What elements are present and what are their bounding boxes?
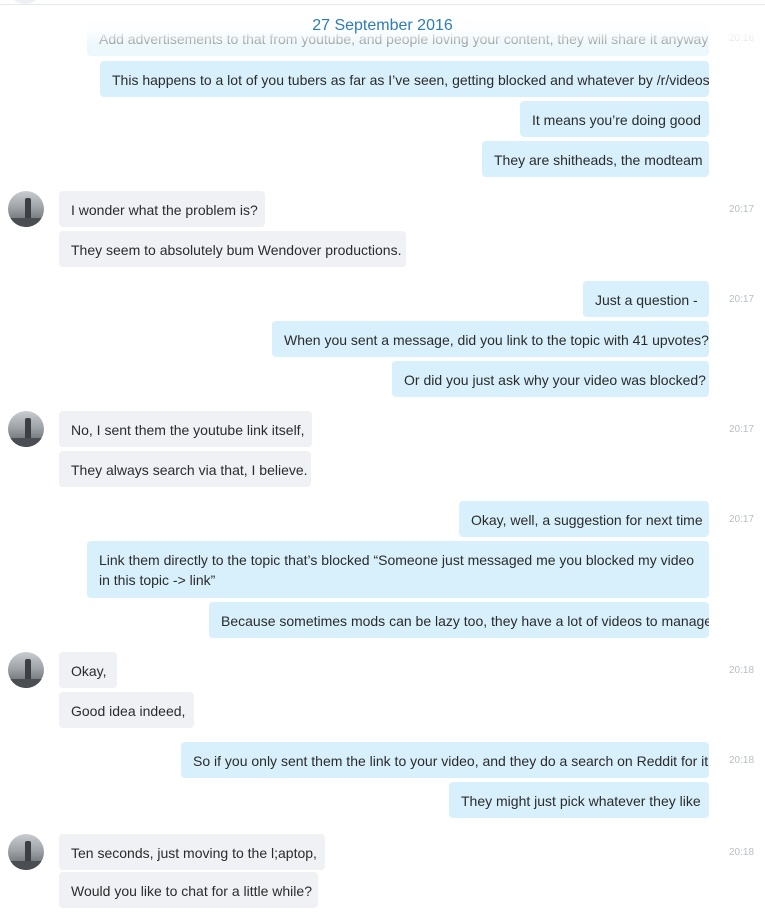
outgoing-message-bubble[interactable]: Just a question - bbox=[583, 281, 709, 317]
avatar[interactable] bbox=[8, 834, 44, 870]
divider bbox=[0, 4, 765, 5]
message-text: Or did you just ask why your video was b… bbox=[404, 372, 706, 388]
message-timestamp: 20:17 bbox=[729, 294, 755, 305]
avatar[interactable] bbox=[8, 411, 44, 447]
message-text: Link them directly to the topic that’s b… bbox=[99, 552, 695, 588]
message-text: They are shitheads, the modteam bbox=[494, 152, 703, 168]
incoming-message-bubble[interactable]: Good idea indeed, bbox=[59, 692, 194, 728]
avatar-photo-ground bbox=[8, 438, 44, 447]
message-text: Just a question - bbox=[595, 292, 698, 308]
message-text: They always search via that, I believe. bbox=[71, 462, 308, 478]
outgoing-message-bubble[interactable]: Because sometimes mods can be lazy too, … bbox=[209, 602, 709, 638]
date-label: 27 September 2016 bbox=[312, 17, 453, 34]
message-text: So if you only sent them the link to you… bbox=[193, 753, 709, 769]
incoming-message-bubble[interactable]: They seem to absolutely bum Wendover pro… bbox=[59, 231, 406, 267]
incoming-message-bubble[interactable]: They always search via that, I believe. bbox=[59, 451, 311, 487]
message-text: Okay, well, a suggestion for next time bbox=[471, 512, 703, 528]
incoming-message-bubble[interactable]: I wonder what the problem is? bbox=[59, 191, 265, 227]
message-text: No, I sent them the youtube link itself, bbox=[71, 422, 305, 438]
avatar-photo-ground bbox=[8, 679, 44, 688]
date-header: 27 September 2016 bbox=[0, 0, 765, 44]
message-text: They seem to absolutely bum Wendover pro… bbox=[71, 242, 402, 258]
outgoing-message-bubble[interactable]: So if you only sent them the link to you… bbox=[181, 742, 709, 778]
avatar[interactable] bbox=[8, 652, 44, 688]
message-text: They might just pick whatever they like bbox=[461, 793, 701, 809]
message-timestamp: 20:17 bbox=[729, 514, 755, 525]
message-timestamp: 20:17 bbox=[729, 204, 755, 215]
message-text: Ten seconds, just moving to the l;aptop, bbox=[71, 845, 317, 861]
message-text: Okay, bbox=[71, 663, 107, 679]
message-text: Would you like to chat for a little whil… bbox=[71, 883, 312, 899]
message-timestamp: 20:18 bbox=[729, 755, 755, 766]
message-list[interactable]: Add advertisements to that from youtube,… bbox=[0, 0, 765, 920]
outgoing-message-bubble[interactable]: They might just pick whatever they like bbox=[449, 782, 709, 818]
incoming-message-bubble[interactable]: No, I sent them the youtube link itself, bbox=[59, 411, 312, 447]
incoming-message-bubble[interactable]: Ten seconds, just moving to the l;aptop, bbox=[59, 834, 325, 870]
outgoing-message-bubble[interactable]: When you sent a message, did you link to… bbox=[272, 321, 709, 357]
message-text: I wonder what the problem is? bbox=[71, 202, 258, 218]
outgoing-message-bubble[interactable]: Okay, well, a suggestion for next time bbox=[459, 501, 709, 537]
message-text: When you sent a message, did you link to… bbox=[284, 332, 709, 348]
outgoing-message-bubble[interactable]: It means you’re doing good bbox=[520, 101, 709, 137]
outgoing-message-bubble[interactable]: Or did you just ask why your video was b… bbox=[392, 361, 709, 397]
outgoing-message-bubble[interactable]: Link them directly to the topic that’s b… bbox=[87, 541, 709, 598]
message-text: Because sometimes mods can be lazy too, … bbox=[221, 613, 709, 629]
message-text: It means you’re doing good bbox=[532, 112, 701, 128]
message-timestamp: 20:17 bbox=[729, 424, 755, 435]
incoming-message-bubble[interactable]: Would you like to chat for a little whil… bbox=[59, 872, 318, 908]
message-timestamp: 20:18 bbox=[729, 847, 755, 858]
outgoing-message-bubble[interactable]: This happens to a lot of you tubers as f… bbox=[100, 61, 709, 97]
message-text: This happens to a lot of you tubers as f… bbox=[112, 72, 709, 88]
avatar-photo-ground bbox=[8, 218, 44, 227]
message-text: Good idea indeed, bbox=[71, 703, 186, 719]
outgoing-message-bubble[interactable]: They are shitheads, the modteam bbox=[482, 141, 709, 177]
avatar-photo-ground bbox=[8, 861, 44, 870]
incoming-message-bubble[interactable]: Okay, bbox=[59, 652, 117, 688]
avatar[interactable] bbox=[8, 191, 44, 227]
message-timestamp: 20:18 bbox=[729, 665, 755, 676]
